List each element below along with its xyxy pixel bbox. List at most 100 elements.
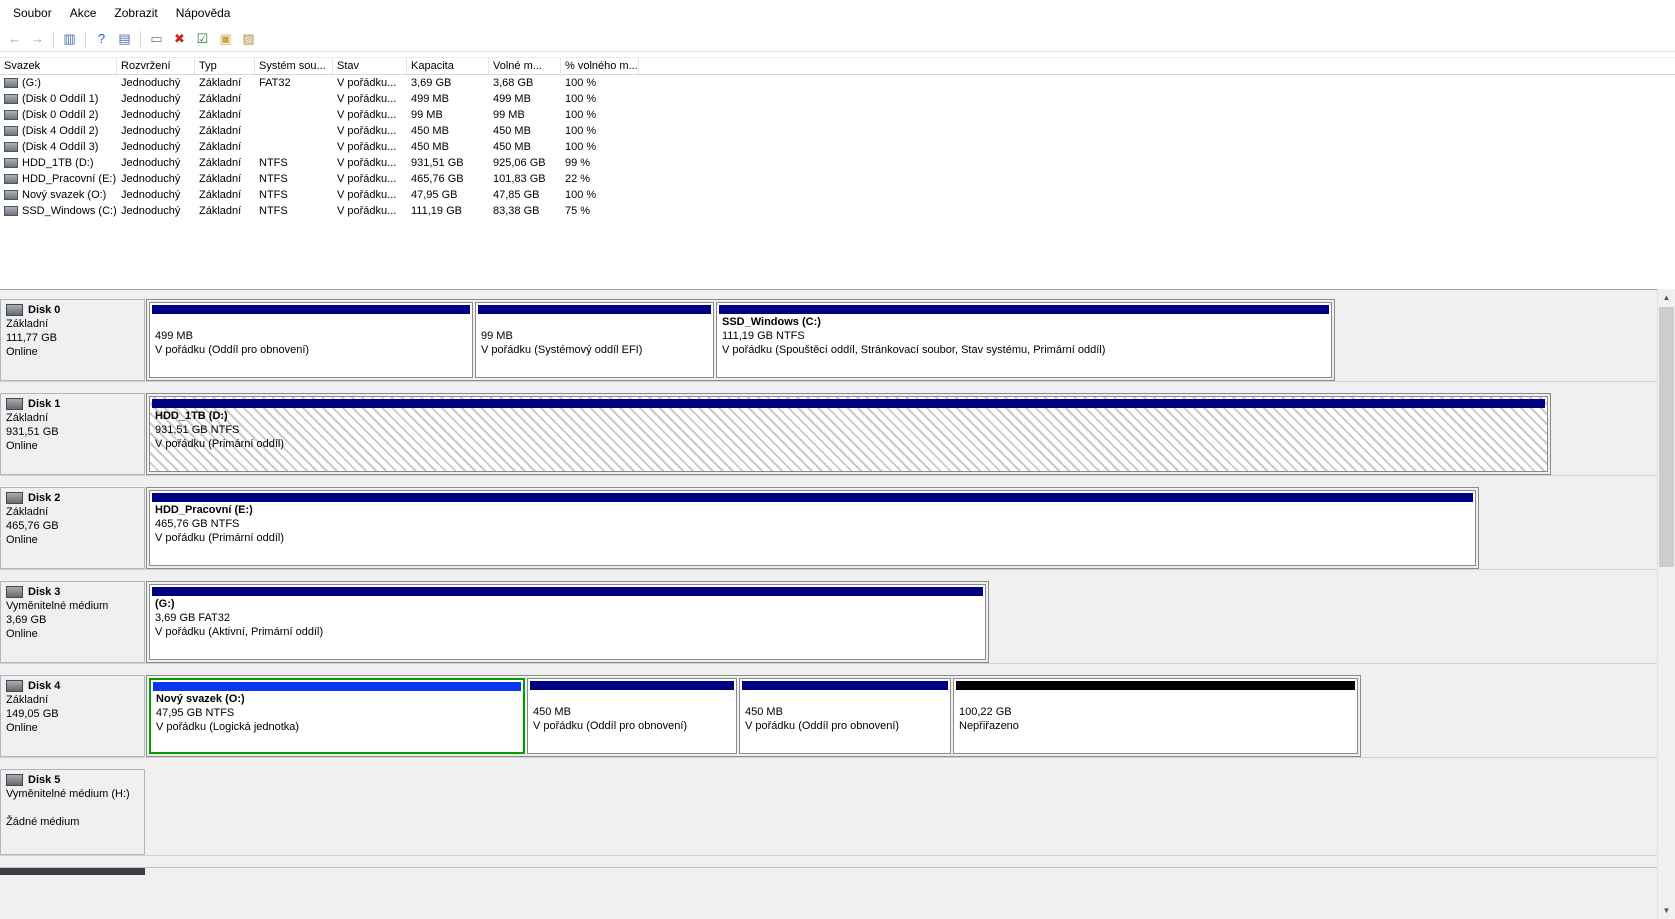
disk-label-5[interactable]: Disk 5Vyměnitelné médium (H:)Žádné médiu… [0,769,145,855]
column-header-4[interactable]: Stav [333,58,407,74]
delete-volume-icon[interactable]: ✖ [168,28,191,49]
disk-name-line: Disk 0 [6,303,139,317]
volume-table-header: SvazekRozvrženíTypSystém sou...StavKapac… [0,57,1675,75]
partition-3-0[interactable]: (G:)3,69 GB FAT32V pořádku (Aktivní, Pri… [149,584,986,660]
disk-type: Vyměnitelné médium (H:) [6,787,139,801]
scroll-thumb[interactable] [1659,307,1674,567]
table-cell: 22 % [561,173,639,185]
disk-status: Online [6,345,139,359]
disk-icon [6,398,23,410]
disk-name: Disk 2 [28,491,60,505]
mark-active-icon[interactable]: ☑ [191,28,214,49]
disk-name-line: Disk 3 [6,585,139,599]
column-header-5[interactable]: Kapacita [407,58,489,74]
column-header-3[interactable]: Systém sou... [255,58,333,74]
table-cell: 931,51 GB [407,157,489,169]
partition-status: V pořádku (Oddíl pro obnovení) [740,719,950,733]
partition-size: 450 MB [528,705,736,719]
table-row[interactable]: (Disk 4 Oddíl 2)JednoduchýZákladníV pořá… [0,123,1675,139]
table-cell: Základní [195,189,255,201]
table-cell: V pořádku... [333,77,407,89]
disk-label-0[interactable]: Disk 0Základní111,77 GBOnline [0,299,145,381]
partition-4-0[interactable]: Nový svazek (O:)47,95 GB NTFSV pořádku (… [149,678,525,754]
table-cell: 101,83 GB [489,173,561,185]
partition-color-bar [530,681,734,690]
volume-icon [4,126,18,136]
volume-icon [4,174,18,184]
column-header-1[interactable]: Rozvržení [117,58,195,74]
table-cell: NTFS [255,205,333,217]
disk-row-4: Disk 4Základní149,05 GBOnlineNový svazek… [0,675,1675,758]
table-cell: SSD_Windows (C:) [0,205,117,217]
table-cell: Základní [195,77,255,89]
disk-name-line: Disk 4 [6,679,139,693]
forward-icon[interactable]: → [26,28,49,49]
column-header-0[interactable]: Svazek [0,58,117,74]
disk-name: Disk 5 [28,773,60,787]
back-icon[interactable]: ← [3,28,26,49]
vertical-scrollbar[interactable]: ▲ ▼ [1657,289,1675,919]
table-cell: 3,69 GB [407,77,489,89]
table-cell: Základní [195,205,255,217]
table-row[interactable]: HDD_Pracovní (E:)JednoduchýZákladníNTFSV… [0,171,1675,187]
open-folder-icon[interactable]: ▣ [214,28,237,49]
table-row[interactable]: SSD_Windows (C:)JednoduchýZákladníNTFSV … [0,203,1675,219]
scroll-down-button[interactable]: ▼ [1658,902,1675,919]
properties-icon[interactable]: ▨ [237,28,260,49]
disk-label-3[interactable]: Disk 3Vyměnitelné médium3,69 GBOnline [0,581,145,663]
table-cell: 100 % [561,125,639,137]
partition-size: 47,95 GB NTFS [151,706,523,720]
table-cell: NTFS [255,173,333,185]
partition-0-2[interactable]: SSD_Windows (C:)111,19 GB NTFSV pořádku … [716,302,1332,378]
partition-color-bar [152,305,470,314]
disk-icon [6,492,23,504]
partition-title: Nový svazek (O:) [151,692,523,706]
help-icon[interactable]: ? [90,28,113,49]
table-row[interactable]: Nový svazek (O:)JednoduchýZákladníNTFSV … [0,187,1675,203]
table-cell: V pořádku... [333,125,407,137]
menu-item-2[interactable]: Zobrazit [105,2,166,24]
column-header-2[interactable]: Typ [195,58,255,74]
table-row[interactable]: (Disk 4 Oddíl 3)JednoduchýZákladníV pořá… [0,139,1675,155]
toolbar-separator [140,31,141,47]
partition-size: 931,51 GB NTFS [150,423,1547,437]
disk-label-4[interactable]: Disk 4Základní149,05 GBOnline [0,675,145,757]
scroll-up-button[interactable]: ▲ [1658,289,1675,306]
partition-4-1[interactable]: 450 MBV pořádku (Oddíl pro obnovení) [527,678,737,754]
partition-0-0[interactable]: 499 MBV pořádku (Oddíl pro obnovení) [149,302,473,378]
partition-0-1[interactable]: 99 MBV pořádku (Systémový oddíl EFI) [475,302,714,378]
disk-size: 111,77 GB [6,331,139,345]
console-window-icon[interactable]: ▤ [113,28,136,49]
partition-color-bar [152,587,983,596]
table-cell: Základní [195,125,255,137]
disk-label-2[interactable]: Disk 2Základní465,76 GBOnline [0,487,145,569]
volume-name: (Disk 0 Oddíl 2) [22,109,98,121]
table-cell: 925,06 GB [489,157,561,169]
menu-item-0[interactable]: Soubor [4,2,61,24]
console-tree-icon[interactable]: ▥ [58,28,81,49]
column-header-7[interactable]: % volného m... [561,58,639,74]
table-cell: V pořádku... [333,205,407,217]
menu-item-1[interactable]: Akce [61,2,106,24]
table-cell: 75 % [561,205,639,217]
table-cell: 450 MB [489,125,561,137]
disk-label-1[interactable]: Disk 1Základní931,51 GBOnline [0,393,145,475]
table-row[interactable]: (Disk 0 Oddíl 1)JednoduchýZákladníV pořá… [0,91,1675,107]
partition-2-0[interactable]: HDD_Pracovní (E:)465,76 GB NTFSV pořádku… [149,490,1476,566]
disk-name-line: Disk 1 [6,397,139,411]
column-header-6[interactable]: Volné m... [489,58,561,74]
disk-status: Online [6,721,139,735]
table-row[interactable]: HDD_1TB (D:)JednoduchýZákladníNTFSV pořá… [0,155,1675,171]
table-cell: Jednoduchý [117,205,195,217]
partition-4-3[interactable]: 100,22 GBNepřiřazeno [953,678,1358,754]
table-cell: Jednoduchý [117,93,195,105]
table-row[interactable]: (G:)JednoduchýZákladníFAT32V pořádku...3… [0,75,1675,91]
volume-list-pane: SvazekRozvrženíTypSystém sou...StavKapac… [0,52,1675,288]
toolbar-separator [85,31,86,47]
disk-size: 3,69 GB [6,613,139,627]
action-pane-icon[interactable]: ▭ [145,28,168,49]
table-row[interactable]: (Disk 0 Oddíl 2)JednoduchýZákladníV pořá… [0,107,1675,123]
partition-4-2[interactable]: 450 MBV pořádku (Oddíl pro obnovení) [739,678,951,754]
partition-1-0[interactable]: HDD_1TB (D:)931,51 GB NTFSV pořádku (Pri… [149,396,1548,472]
menu-item-3[interactable]: Nápověda [167,2,240,24]
